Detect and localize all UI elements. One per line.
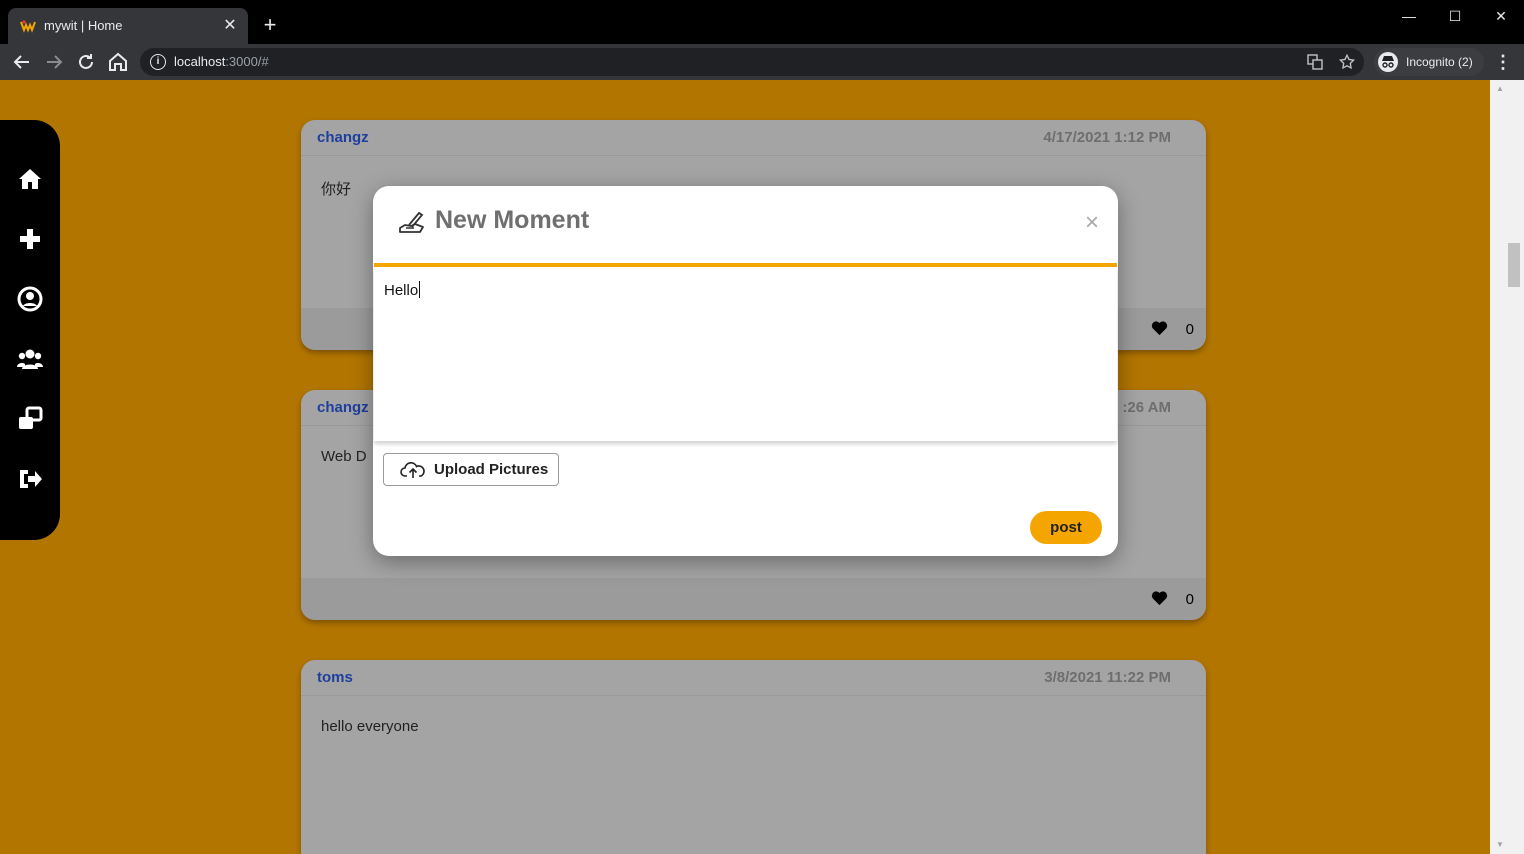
- translate-icon[interactable]: [1306, 53, 1324, 71]
- sidebar-item-logout[interactable]: [16, 465, 44, 493]
- post-username[interactable]: toms: [317, 669, 353, 686]
- moment-text-value: Hello: [384, 282, 419, 299]
- user-circle-icon: [17, 286, 43, 312]
- tab-title: mywit | Home: [44, 18, 123, 33]
- address-bar[interactable]: i localhost:3000/#: [140, 48, 1364, 76]
- heart-icon[interactable]: [1151, 320, 1168, 341]
- post-username[interactable]: changz: [317, 399, 369, 416]
- users-icon: [17, 349, 43, 369]
- post-body: Web D: [321, 448, 367, 465]
- moment-text-input[interactable]: Hello: [374, 267, 1117, 441]
- page-scrollbar[interactable]: [1490, 80, 1524, 854]
- home-icon: [19, 169, 41, 189]
- post-username[interactable]: changz: [317, 129, 369, 146]
- home-outline-icon: [109, 52, 127, 71]
- sidebar-item-profile[interactable]: [16, 285, 44, 313]
- new-tab-button[interactable]: +: [258, 14, 282, 38]
- scroll-down-icon[interactable]: ▼: [1494, 840, 1506, 850]
- dialog-title: New Moment: [435, 206, 590, 234]
- text-caret: [419, 281, 421, 298]
- forward-button[interactable]: [42, 50, 66, 74]
- browser-toolbar: i localhost:3000/# Incognito (2) ⋮: [0, 44, 1524, 80]
- incognito-label: Incognito (2): [1406, 55, 1473, 69]
- scrollbar-thumb[interactable]: [1508, 243, 1520, 287]
- sidebar-item-new-moment[interactable]: [16, 225, 44, 253]
- incognito-indicator[interactable]: Incognito (2): [1374, 48, 1484, 76]
- post-header: toms 3/8/2021 11:22 PM: [301, 660, 1206, 696]
- scroll-up-icon[interactable]: ▲: [1494, 84, 1506, 94]
- close-icon[interactable]: ×: [1081, 211, 1103, 235]
- cloud-upload-icon: [400, 462, 425, 478]
- tab-close-icon[interactable]: ✕: [220, 16, 240, 36]
- post-timestamp: 4/17/2021 1:12 PM: [1043, 129, 1171, 146]
- post-timestamp: 3/8/2021 11:22 PM: [1044, 669, 1171, 686]
- back-button[interactable]: [10, 50, 34, 74]
- like-count: 0: [1185, 591, 1194, 608]
- like-count: 0: [1185, 321, 1194, 338]
- sidebar-item-friends[interactable]: [16, 345, 44, 373]
- browser-tab-bar: mywit | Home ✕ + — ☐ ✕: [0, 0, 1524, 44]
- window-close-button[interactable]: ✕: [1486, 6, 1516, 26]
- post-timestamp: :26 AM: [1122, 399, 1171, 416]
- writing-hand-icon: [399, 211, 424, 233]
- sidebar: [0, 120, 60, 540]
- maximize-button[interactable]: ☐: [1440, 6, 1470, 26]
- arrow-left-icon: [13, 55, 29, 69]
- post-footer: 0: [301, 578, 1206, 620]
- sign-out-icon: [20, 470, 42, 488]
- info-icon[interactable]: i: [150, 54, 166, 70]
- windows-icon: [19, 406, 43, 429]
- arrow-right-icon: [47, 55, 63, 69]
- reload-icon: [79, 54, 93, 69]
- upload-pictures-button[interactable]: Upload Pictures: [383, 453, 559, 486]
- favicon-icon: [20, 20, 36, 33]
- sidebar-item-windows[interactable]: [16, 405, 44, 433]
- minimize-button[interactable]: —: [1394, 6, 1424, 26]
- post-body: 你好: [321, 181, 352, 198]
- url-text[interactable]: localhost:3000/#: [174, 54, 269, 69]
- upload-pictures-label: Upload Pictures: [434, 461, 549, 478]
- browser-menu-icon[interactable]: ⋮: [1494, 50, 1512, 74]
- post-button[interactable]: post: [1030, 511, 1102, 544]
- browser-tab[interactable]: mywit | Home ✕: [8, 8, 248, 44]
- post-body: hello everyone: [321, 718, 419, 735]
- post-card: toms 3/8/2021 11:22 PM hello everyone: [301, 660, 1206, 854]
- incognito-icon: [1378, 52, 1398, 72]
- bookmark-star-icon[interactable]: [1338, 53, 1356, 71]
- reload-button[interactable]: [74, 50, 98, 74]
- post-header: changz 4/17/2021 1:12 PM: [301, 120, 1206, 156]
- sidebar-item-home[interactable]: [16, 165, 44, 193]
- plus-icon: [20, 229, 40, 249]
- home-button[interactable]: [106, 50, 130, 74]
- new-moment-dialog: New Moment × Hello Upload Pictures post: [373, 186, 1118, 556]
- heart-icon[interactable]: [1151, 590, 1168, 611]
